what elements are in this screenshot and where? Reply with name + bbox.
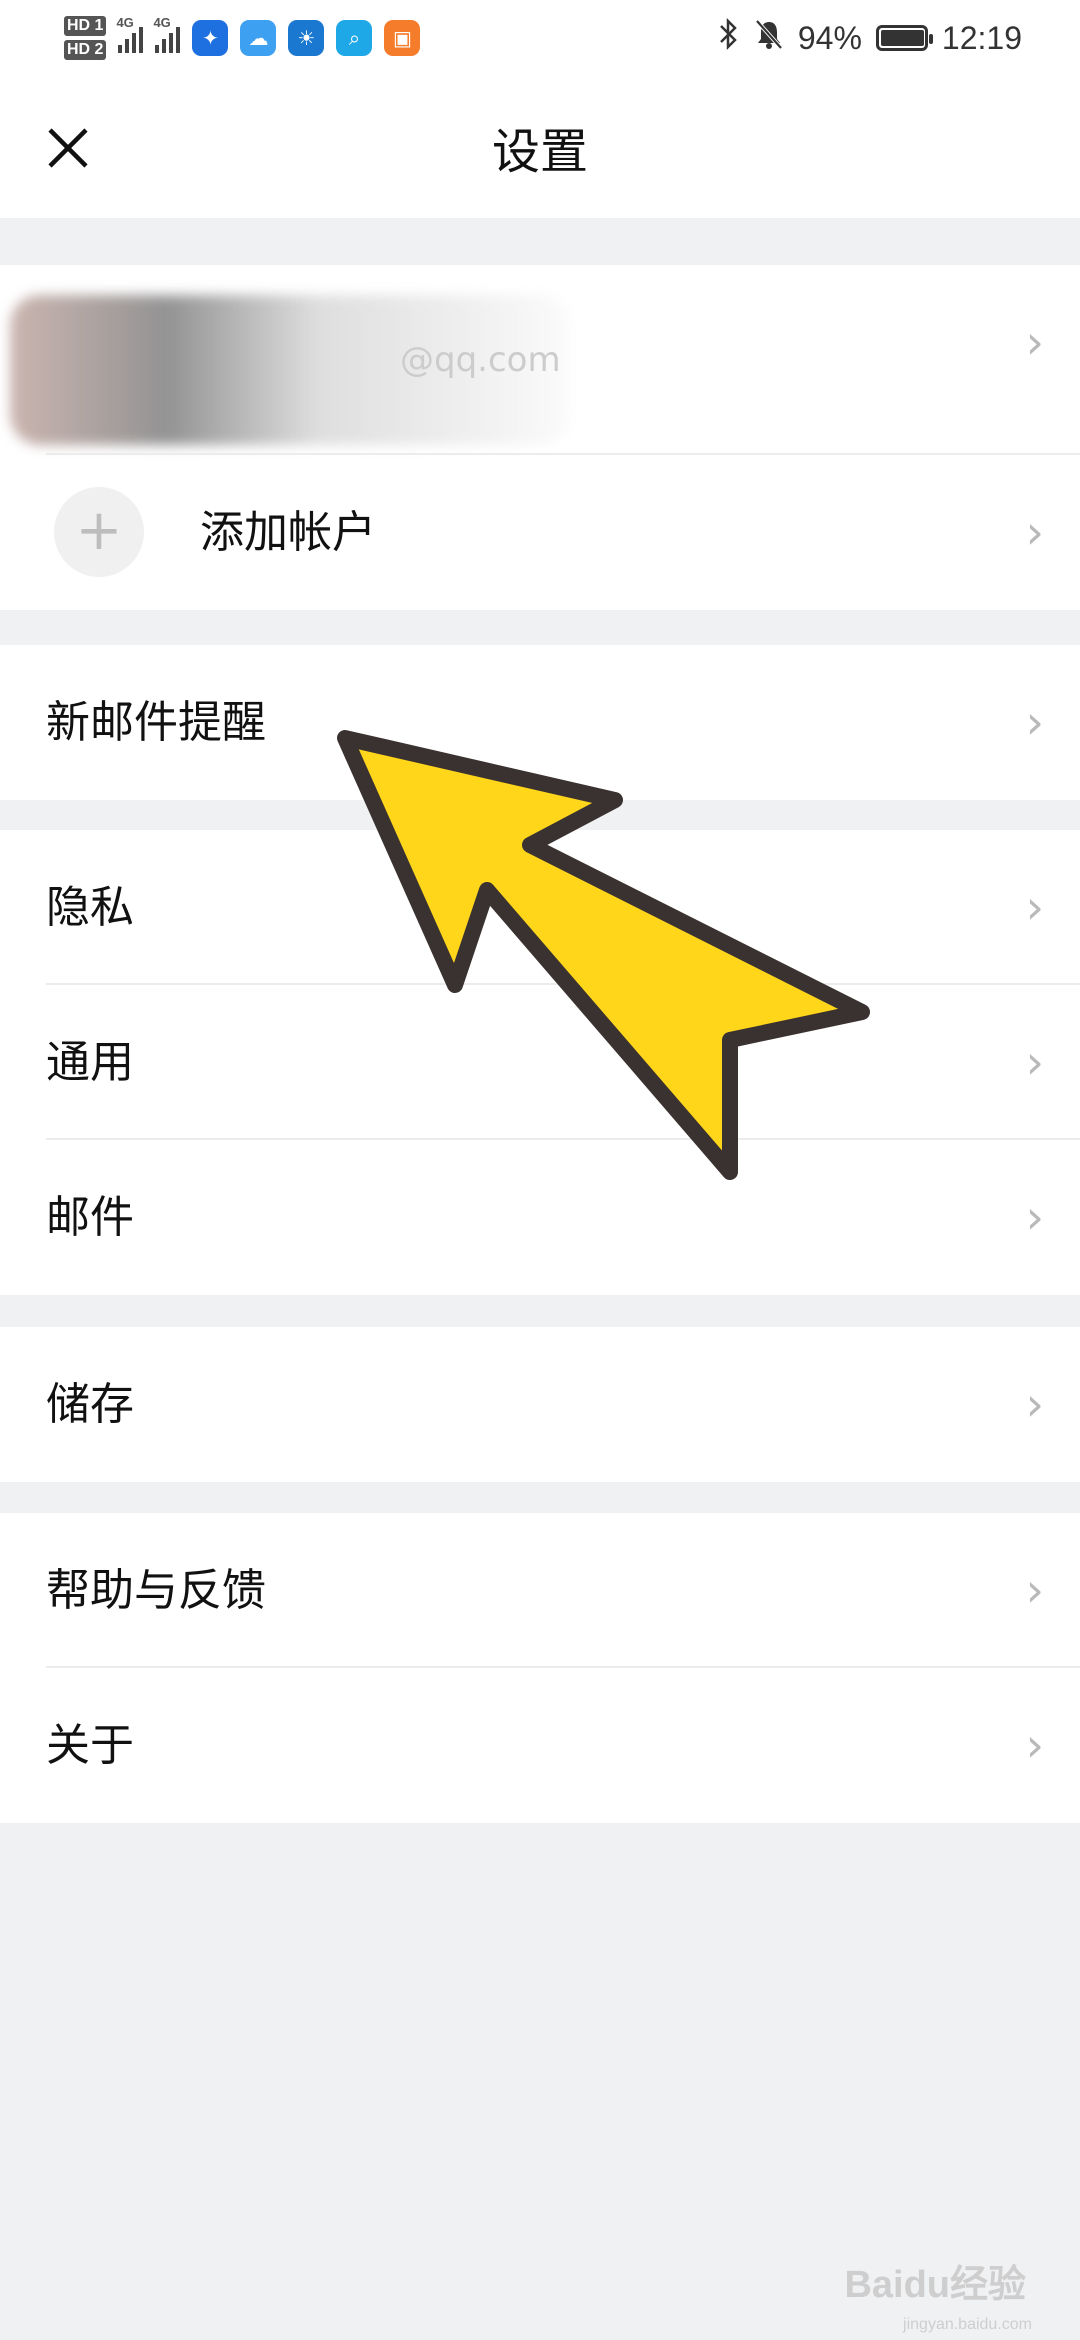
mail-label: 邮件 (46, 1192, 134, 1243)
account-row[interactable]: @qq.com › (0, 265, 1080, 455)
game-app-icon: ▣ (384, 20, 421, 56)
battery-icon (875, 25, 933, 51)
chevron-right-icon: › (1025, 1563, 1044, 1617)
network-1-label: 4G (116, 15, 134, 30)
about-row[interactable]: 关于 › (0, 1668, 1080, 1823)
general-label: 通用 (46, 1037, 134, 1088)
add-account-row[interactable]: + 添加帐户 › (0, 455, 1080, 610)
cloud-app-icon: ☁ (240, 20, 277, 56)
watermark-url: jingyan.baidu.com (903, 2316, 1032, 2333)
about-label: 关于 (46, 1720, 134, 1771)
account-email: @qq.com (400, 340, 561, 380)
clock: 12:19 (941, 19, 1022, 56)
chevron-right-icon: › (1025, 695, 1044, 749)
chevron-right-icon: › (1025, 505, 1044, 559)
status-bar: HD 1 HD 2 4G 4G ✦ ☁ ☀ ⌕ ▣ 94% 12:19 (0, 0, 1080, 76)
signal-1-icon: 4G (116, 15, 144, 53)
mail-row[interactable]: 邮件 › (0, 1140, 1080, 1295)
new-mail-alert-label: 新邮件提醒 (46, 697, 266, 748)
bluetooth-icon (718, 17, 740, 59)
general-row[interactable]: 通用 › (0, 985, 1080, 1140)
storage-label: 储存 (46, 1379, 134, 1430)
accounts-group: @qq.com › + 添加帐户 › (0, 265, 1080, 610)
notification-group: 新邮件提醒 › (0, 645, 1080, 800)
bulb-app-icon: ✦ (192, 20, 229, 56)
storage-row[interactable]: 储存 › (0, 1327, 1080, 1482)
help-feedback-label: 帮助与反馈 (46, 1565, 266, 1616)
page-header: 设置 (0, 76, 1080, 218)
status-bar-right: 94% 12:19 (718, 8, 1022, 68)
chevron-right-icon: › (1025, 880, 1044, 934)
new-mail-alert-row[interactable]: 新邮件提醒 › (0, 645, 1080, 800)
mute-icon (754, 18, 784, 58)
weather-app-icon: ☀ (288, 20, 325, 56)
chevron-right-icon: › (1025, 1377, 1044, 1431)
sim-indicators: HD 1 HD 2 (64, 16, 107, 60)
page-title: 设置 (491, 124, 588, 180)
watermark-logo: Baidu经验 (844, 2264, 1026, 2306)
privacy-label: 隐私 (46, 882, 134, 933)
chevron-right-icon: › (1025, 1190, 1044, 1244)
battery-level-fill (880, 30, 925, 46)
chevron-right-icon: › (1025, 1035, 1044, 1089)
storage-group: 储存 › (0, 1327, 1080, 1482)
privacy-row[interactable]: 隐私 › (0, 830, 1080, 985)
support-group: 帮助与反馈 › 关于 › (0, 1513, 1080, 1823)
chevron-right-icon: › (1025, 1718, 1044, 1772)
preferences-group: 隐私 › 通用 › 邮件 › (0, 830, 1080, 1295)
sim1-badge: HD 1 (64, 16, 107, 36)
help-feedback-row[interactable]: 帮助与反馈 › (0, 1513, 1080, 1668)
signal-2-icon: 4G (153, 15, 181, 53)
battery-percent: 94% (797, 19, 862, 56)
add-account-label: 添加帐户 (200, 507, 376, 558)
sim2-badge: HD 2 (64, 40, 107, 60)
add-icon: + (54, 487, 144, 577)
search-app-icon: ⌕ (336, 20, 373, 56)
status-bar-left: HD 1 HD 2 4G 4G ✦ ☁ ☀ ⌕ ▣ (64, 8, 421, 68)
network-2-label: 4G (153, 15, 171, 30)
chevron-right-icon: › (1025, 315, 1044, 369)
